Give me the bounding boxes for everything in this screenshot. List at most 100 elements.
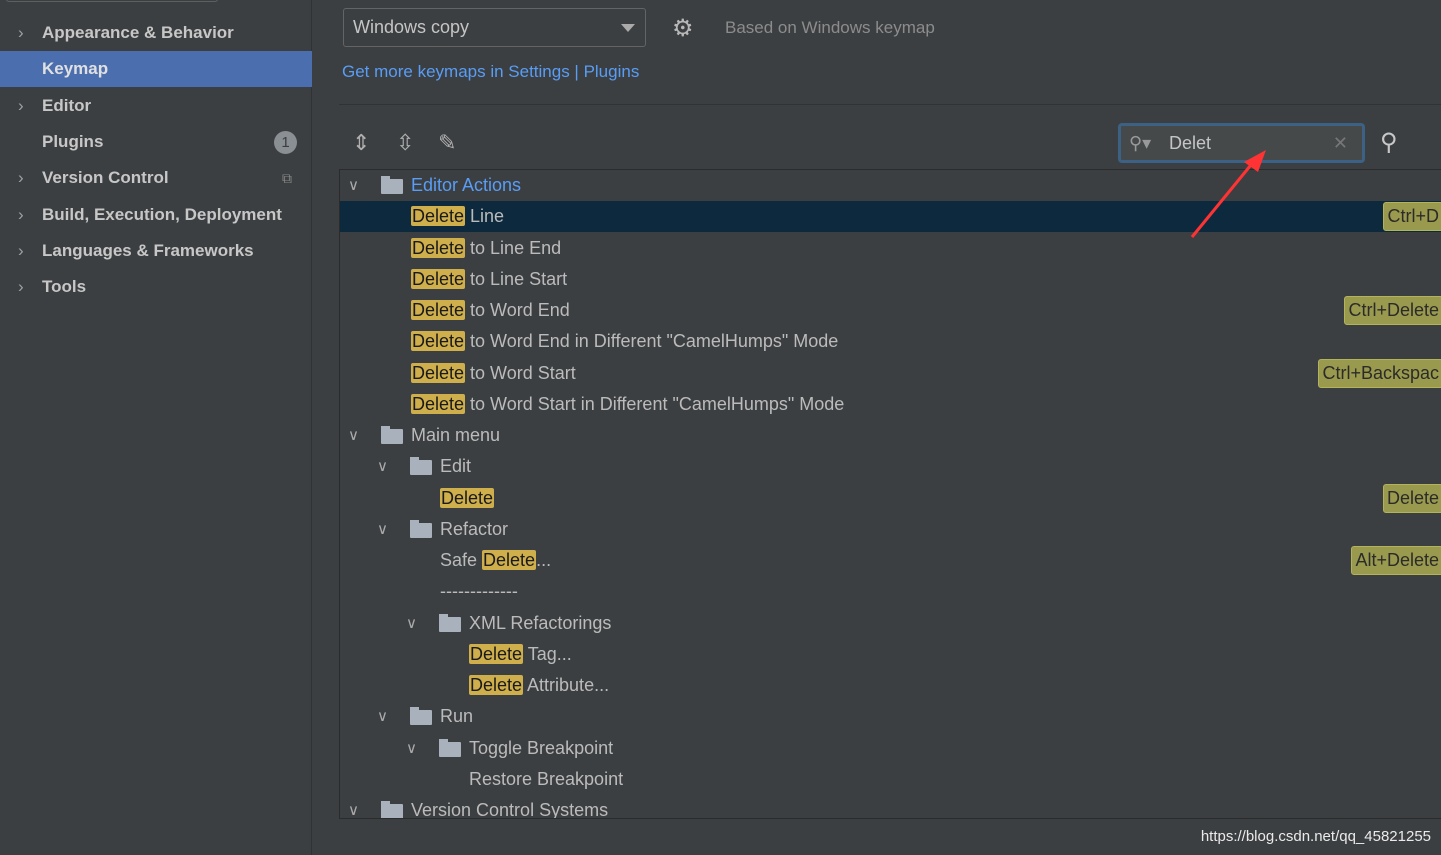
project-scope-icon: ⧉ bbox=[282, 170, 292, 187]
search-match-highlight: Delete bbox=[411, 300, 466, 320]
collapse-all-icon[interactable]: ⇳ bbox=[396, 130, 414, 156]
sidebar-item-languages-frameworks[interactable]: › Languages & Frameworks bbox=[0, 233, 312, 269]
plugins-update-badge: 1 bbox=[274, 130, 297, 154]
folder-icon bbox=[410, 457, 432, 476]
chevron-down-icon[interactable]: ∨ bbox=[406, 733, 417, 764]
action-text: ... bbox=[536, 550, 552, 570]
action-row[interactable]: Safe Delete... Alt+Delete bbox=[340, 545, 1441, 576]
sidebar-item-version-control[interactable]: › Version Control ⧉ bbox=[0, 160, 312, 196]
action-label: Delete to Word Start in Different "Camel… bbox=[411, 389, 844, 420]
action-label: Delete bbox=[440, 483, 495, 514]
find-by-shortcut-icon[interactable]: ⚲ bbox=[1380, 128, 1398, 157]
action-row[interactable]: Delete to Word Start Ctrl+Backspac bbox=[340, 358, 1441, 389]
group-row[interactable]: ∨ Editor Actions bbox=[340, 170, 1441, 201]
group-label: Version Control Systems bbox=[411, 800, 609, 819]
editor-actions-icon bbox=[381, 176, 403, 194]
chevron-down-icon[interactable]: ∨ bbox=[377, 514, 388, 545]
sidebar-item-label: Keymap bbox=[42, 59, 109, 79]
action-row[interactable]: Delete Line Ctrl+D bbox=[340, 201, 1441, 233]
group-label: Toggle Breakpoint bbox=[469, 737, 614, 758]
chevron-down-icon[interactable]: ∨ bbox=[348, 795, 359, 818]
keymap-tree: ∨ Editor Actions Delete Line Ctrl+D Delete t… bbox=[339, 169, 1441, 819]
search-match-highlight: Delete bbox=[411, 268, 466, 289]
expand-all-icon[interactable]: ⇕ bbox=[352, 130, 370, 156]
action-row[interactable]: Delete Tag... bbox=[340, 639, 1441, 670]
search-match-highlight: Delete bbox=[411, 237, 466, 258]
action-row[interactable]: Delete to Word End Ctrl+Delete bbox=[340, 295, 1441, 326]
chevron-down-icon[interactable]: ∨ bbox=[406, 608, 417, 639]
separator-row[interactable]: ------------- bbox=[340, 576, 1441, 607]
group-row[interactable]: ∨ Version Control Systems bbox=[340, 795, 1441, 819]
action-text: to Line Start bbox=[465, 268, 568, 289]
sidebar-item-build-execution-deployment[interactable]: › Build, Execution, Deployment bbox=[0, 197, 312, 233]
gear-icon[interactable]: ⚙ bbox=[672, 14, 694, 43]
action-row[interactable]: Delete Attribute... bbox=[340, 670, 1441, 701]
group-row[interactable]: ∨ XML Refactorings bbox=[340, 608, 1441, 639]
edit-pencil-icon[interactable]: ✎ bbox=[438, 130, 456, 156]
folder-icon bbox=[410, 519, 432, 538]
folder-icon bbox=[410, 707, 432, 726]
chevron-right-icon: › bbox=[18, 277, 24, 297]
sidebar-item-keymap[interactable]: Keymap bbox=[0, 51, 312, 88]
search-match-highlight: Delete bbox=[469, 643, 524, 664]
action-label: Delete Tag... bbox=[469, 639, 572, 670]
action-text: to Word End in Different "CamelHumps" Mo… bbox=[465, 331, 839, 352]
divider bbox=[339, 104, 1441, 105]
group-row[interactable]: ∨ Edit bbox=[340, 451, 1441, 482]
action-label: Delete to Line Start bbox=[411, 264, 567, 295]
sidebar-item-label: Languages & Frameworks bbox=[42, 240, 254, 260]
group-row[interactable]: ∨ Refactor bbox=[340, 514, 1441, 545]
group-label: Refactor bbox=[440, 518, 509, 539]
shortcut-badge: Alt+Delete bbox=[1351, 546, 1441, 575]
action-row[interactable]: Restore Breakpoint bbox=[340, 764, 1441, 795]
action-prefix: Safe bbox=[440, 550, 483, 570]
chevron-right-icon: › bbox=[18, 204, 24, 224]
keymap-select[interactable]: Windows copy bbox=[343, 8, 646, 47]
sidebar-item-label: Appearance & Behavior bbox=[42, 23, 234, 42]
action-text: Attribute... bbox=[523, 675, 610, 695]
chevron-down-icon[interactable]: ∨ bbox=[377, 451, 388, 482]
search-value: Delet bbox=[1169, 133, 1212, 153]
shortcut-badge: Ctrl+Backspac bbox=[1318, 358, 1441, 388]
action-text: Restore Breakpoint bbox=[469, 768, 624, 789]
action-row[interactable]: Delete to Line End bbox=[340, 233, 1441, 264]
action-text: to Word Start in Different "CamelHumps" … bbox=[465, 393, 845, 414]
search-match-highlight: Delete bbox=[411, 206, 466, 227]
group-row[interactable]: ∨ Toggle Breakpoint bbox=[340, 733, 1441, 764]
search-match-highlight: Delete bbox=[440, 487, 495, 508]
action-row[interactable]: Delete Delete bbox=[340, 483, 1441, 514]
get-more-keymaps-link[interactable]: Get more keymaps in Settings | Plugins bbox=[342, 62, 639, 82]
sidebar-search-field[interactable] bbox=[6, 0, 218, 2]
action-text: Tag... bbox=[523, 643, 572, 664]
chevron-down-icon[interactable]: ∨ bbox=[348, 170, 359, 201]
group-label: Main menu bbox=[411, 425, 501, 445]
folder-icon bbox=[439, 738, 461, 757]
action-row[interactable]: Delete to Word Start in Different "Camel… bbox=[340, 389, 1441, 420]
action-row[interactable]: Delete to Line Start bbox=[340, 264, 1441, 295]
sidebar-item-plugins[interactable]: Plugins 1 bbox=[0, 124, 312, 160]
search-match-highlight: Delete bbox=[411, 331, 466, 352]
chevron-down-icon[interactable]: ∨ bbox=[377, 701, 388, 732]
sidebar-item-label: Build, Execution, Deployment bbox=[42, 204, 282, 224]
sidebar-item-appearance-behavior[interactable]: › Appearance & Behavior bbox=[0, 15, 312, 51]
watermark: https://blog.csdn.net/qq_45821255 bbox=[1200, 828, 1431, 845]
search-match-highlight: Delete bbox=[411, 393, 466, 414]
action-label: Safe Delete... bbox=[440, 545, 551, 576]
sidebar-item-editor[interactable]: › Editor bbox=[0, 88, 312, 124]
search-icon: ⚲▾ bbox=[1129, 133, 1152, 153]
group-label: XML Refactorings bbox=[469, 612, 612, 633]
sidebar-item-tools[interactable]: › Tools bbox=[0, 269, 312, 305]
search-input[interactable]: ⚲▾ Delet ✕ bbox=[1118, 123, 1365, 163]
clear-search-icon[interactable]: ✕ bbox=[1333, 126, 1348, 160]
chevron-down-icon[interactable]: ∨ bbox=[348, 420, 359, 451]
settings-sidebar: › Appearance & Behavior Keymap › Editor Plugi… bbox=[0, 0, 312, 855]
action-row[interactable]: Delete to Word End in Different "CamelHu… bbox=[340, 326, 1441, 357]
separator-label: ------------- bbox=[440, 581, 518, 602]
folder-icon bbox=[439, 613, 461, 632]
chevron-right-icon: › bbox=[18, 168, 24, 188]
action-text: to Word Start bbox=[465, 362, 576, 383]
action-text: to Word End bbox=[465, 300, 570, 320]
group-row[interactable]: ∨ Run bbox=[340, 701, 1441, 732]
group-row[interactable]: ∨ Main menu bbox=[340, 420, 1441, 451]
search-match-highlight: Delete bbox=[482, 550, 537, 570]
